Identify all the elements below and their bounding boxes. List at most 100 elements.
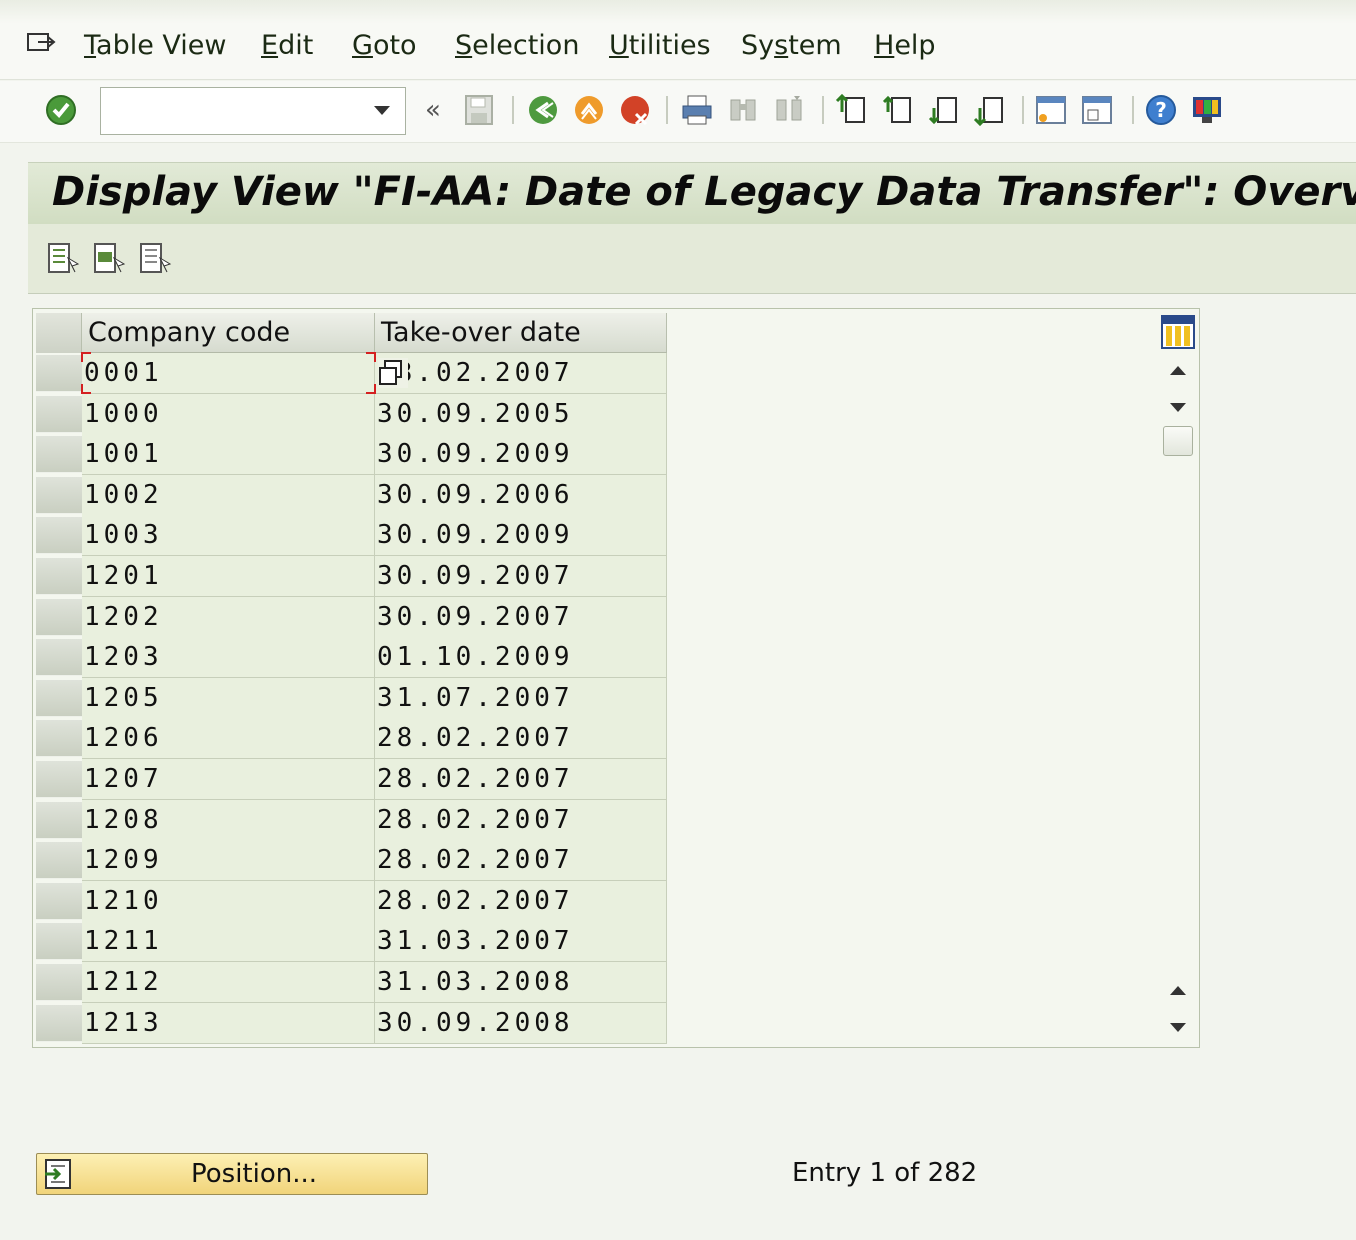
new-session-icon[interactable]	[1034, 92, 1068, 128]
cancel-icon[interactable]	[618, 92, 652, 128]
menu-help[interactable]: Help	[874, 30, 936, 61]
next-page-icon[interactable]	[926, 92, 960, 128]
menu-selection[interactable]: Selection	[455, 30, 579, 61]
take-over-date-cell[interactable]: 30.09.2005	[375, 394, 667, 435]
enter-check-icon[interactable]	[44, 92, 78, 128]
company-code-cell[interactable]: 1207	[82, 759, 375, 800]
menu-utilities[interactable]: Utilities	[609, 30, 711, 61]
company-code-cell[interactable]: 1003	[82, 515, 375, 556]
take-over-date-cell[interactable]: 28.02.2007	[375, 800, 667, 841]
exit-icon[interactable]	[26, 30, 58, 58]
take-over-date-cell[interactable]: 30.09.2007	[375, 597, 667, 638]
exit-up-icon[interactable]	[572, 92, 606, 128]
row-selector[interactable]	[36, 720, 82, 757]
take-over-date-cell[interactable]: 28.02.2007	[375, 759, 667, 800]
menu-edit[interactable]: Edit	[261, 30, 313, 61]
take-over-date-cell[interactable]: 30.09.2009	[375, 515, 667, 556]
company-code-cell[interactable]: 1002	[82, 475, 375, 516]
deselect-all-icon[interactable]	[138, 240, 172, 276]
select-all-column-header[interactable]	[36, 313, 82, 353]
first-page-icon[interactable]	[834, 92, 868, 128]
take-over-date-cell[interactable]: 30.09.2006	[375, 475, 667, 516]
chevron-down-icon[interactable]	[372, 102, 392, 118]
row-selector[interactable]	[36, 396, 82, 433]
take-over-date-cell[interactable]: 31.03.2008	[375, 962, 667, 1003]
take-over-date-cell[interactable]: 28.02.2007	[375, 881, 667, 922]
print-icon[interactable]	[680, 92, 714, 128]
company-code-cell[interactable]: 1203	[82, 637, 375, 678]
row-selector[interactable]	[36, 964, 82, 1001]
take-over-date-cell[interactable]: 30.09.2009	[375, 434, 667, 475]
menu-goto[interactable]: Goto	[352, 30, 417, 61]
company-code-cell[interactable]: 1208	[82, 800, 375, 841]
row-selector[interactable]	[36, 923, 82, 960]
position-button[interactable]: Position...	[36, 1153, 428, 1195]
company-code-cell[interactable]: 1202	[82, 597, 375, 638]
take-over-date-cell[interactable]: 28.02.2007	[375, 840, 667, 881]
possible-entries-icon[interactable]	[378, 358, 408, 388]
scroll-up-icon[interactable]	[1164, 360, 1192, 382]
company-code-cell[interactable]: 1211	[82, 921, 375, 962]
menu-label-part: tem	[788, 30, 842, 61]
position-button-label: Position...	[191, 1159, 318, 1189]
row-selector[interactable]	[36, 639, 82, 676]
company-code-cell[interactable]: 1212	[82, 962, 375, 1003]
menu-system[interactable]: System	[741, 30, 842, 61]
menu-mnemonic: H	[874, 30, 895, 61]
row-selector[interactable]	[36, 599, 82, 636]
row-selector[interactable]	[36, 842, 82, 879]
find-icon[interactable]	[726, 92, 760, 128]
scroll-down-icon[interactable]	[1164, 396, 1192, 418]
company-code-cell[interactable]: 1213	[82, 1003, 375, 1044]
vertical-scrollbar-thumb[interactable]	[1163, 426, 1193, 456]
back-icon[interactable]	[526, 92, 560, 128]
column-header-take-over-date[interactable]: Take-over date	[375, 313, 667, 353]
table-settings-icon[interactable]	[1160, 314, 1196, 350]
company-code-cell[interactable]: 1000	[82, 394, 375, 435]
row-selector[interactable]	[36, 517, 82, 554]
customize-layout-icon[interactable]	[1190, 92, 1224, 128]
company-code-cell[interactable]: 1206	[82, 718, 375, 759]
company-code-cell[interactable]: 1209	[82, 840, 375, 881]
select-block-icon[interactable]	[92, 240, 126, 276]
save-icon[interactable]	[462, 92, 496, 128]
take-over-date-cell[interactable]: 30.09.2008	[375, 1003, 667, 1044]
take-over-date-cell[interactable]: 28.02.2007	[375, 718, 667, 759]
shortcut-icon[interactable]	[1080, 92, 1114, 128]
menu-label-part: dit	[278, 30, 314, 61]
row-selector[interactable]	[36, 1005, 82, 1042]
previous-page-icon[interactable]	[880, 92, 914, 128]
row-selector[interactable]	[36, 436, 82, 473]
take-over-date-cell[interactable]: 28.02.2007	[375, 353, 667, 394]
row-selector[interactable]	[36, 883, 82, 920]
row-selector[interactable]	[36, 802, 82, 839]
company-code-cell[interactable]: 0001	[82, 353, 375, 394]
command-field[interactable]	[100, 87, 406, 135]
row-selector[interactable]	[36, 558, 82, 595]
last-page-icon[interactable]	[972, 92, 1006, 128]
select-all-icon[interactable]	[46, 240, 80, 276]
take-over-date-cell[interactable]: 01.10.2009	[375, 637, 667, 678]
menu-label-part: able View	[96, 30, 227, 61]
row-selector[interactable]	[36, 680, 82, 717]
column-header-company-code[interactable]: Company code	[82, 313, 375, 353]
menu-table-view[interactable]: Table View	[84, 30, 226, 61]
company-code-cell[interactable]: 1210	[82, 881, 375, 922]
company-code-cell[interactable]: 1205	[82, 678, 375, 719]
page-up-icon[interactable]	[1164, 980, 1192, 1002]
collapse-icon[interactable]: «	[416, 92, 450, 128]
take-over-date-cell[interactable]: 30.09.2007	[375, 556, 667, 597]
row-selector[interactable]	[36, 355, 82, 392]
take-over-date-cell[interactable]: 31.07.2007	[375, 678, 667, 719]
help-icon[interactable]: ?	[1144, 92, 1178, 128]
title-bar: Display View "FI-AA: Date of Legacy Data…	[28, 162, 1356, 224]
focus-corner-marker	[81, 352, 91, 362]
row-selector[interactable]	[36, 477, 82, 514]
company-code-cell[interactable]: 1001	[82, 434, 375, 475]
focus-corner-marker	[366, 352, 376, 362]
find-next-icon[interactable]	[772, 92, 806, 128]
company-code-cell[interactable]: 1201	[82, 556, 375, 597]
take-over-date-cell[interactable]: 31.03.2007	[375, 921, 667, 962]
row-selector[interactable]	[36, 761, 82, 798]
page-down-icon[interactable]	[1164, 1016, 1192, 1038]
